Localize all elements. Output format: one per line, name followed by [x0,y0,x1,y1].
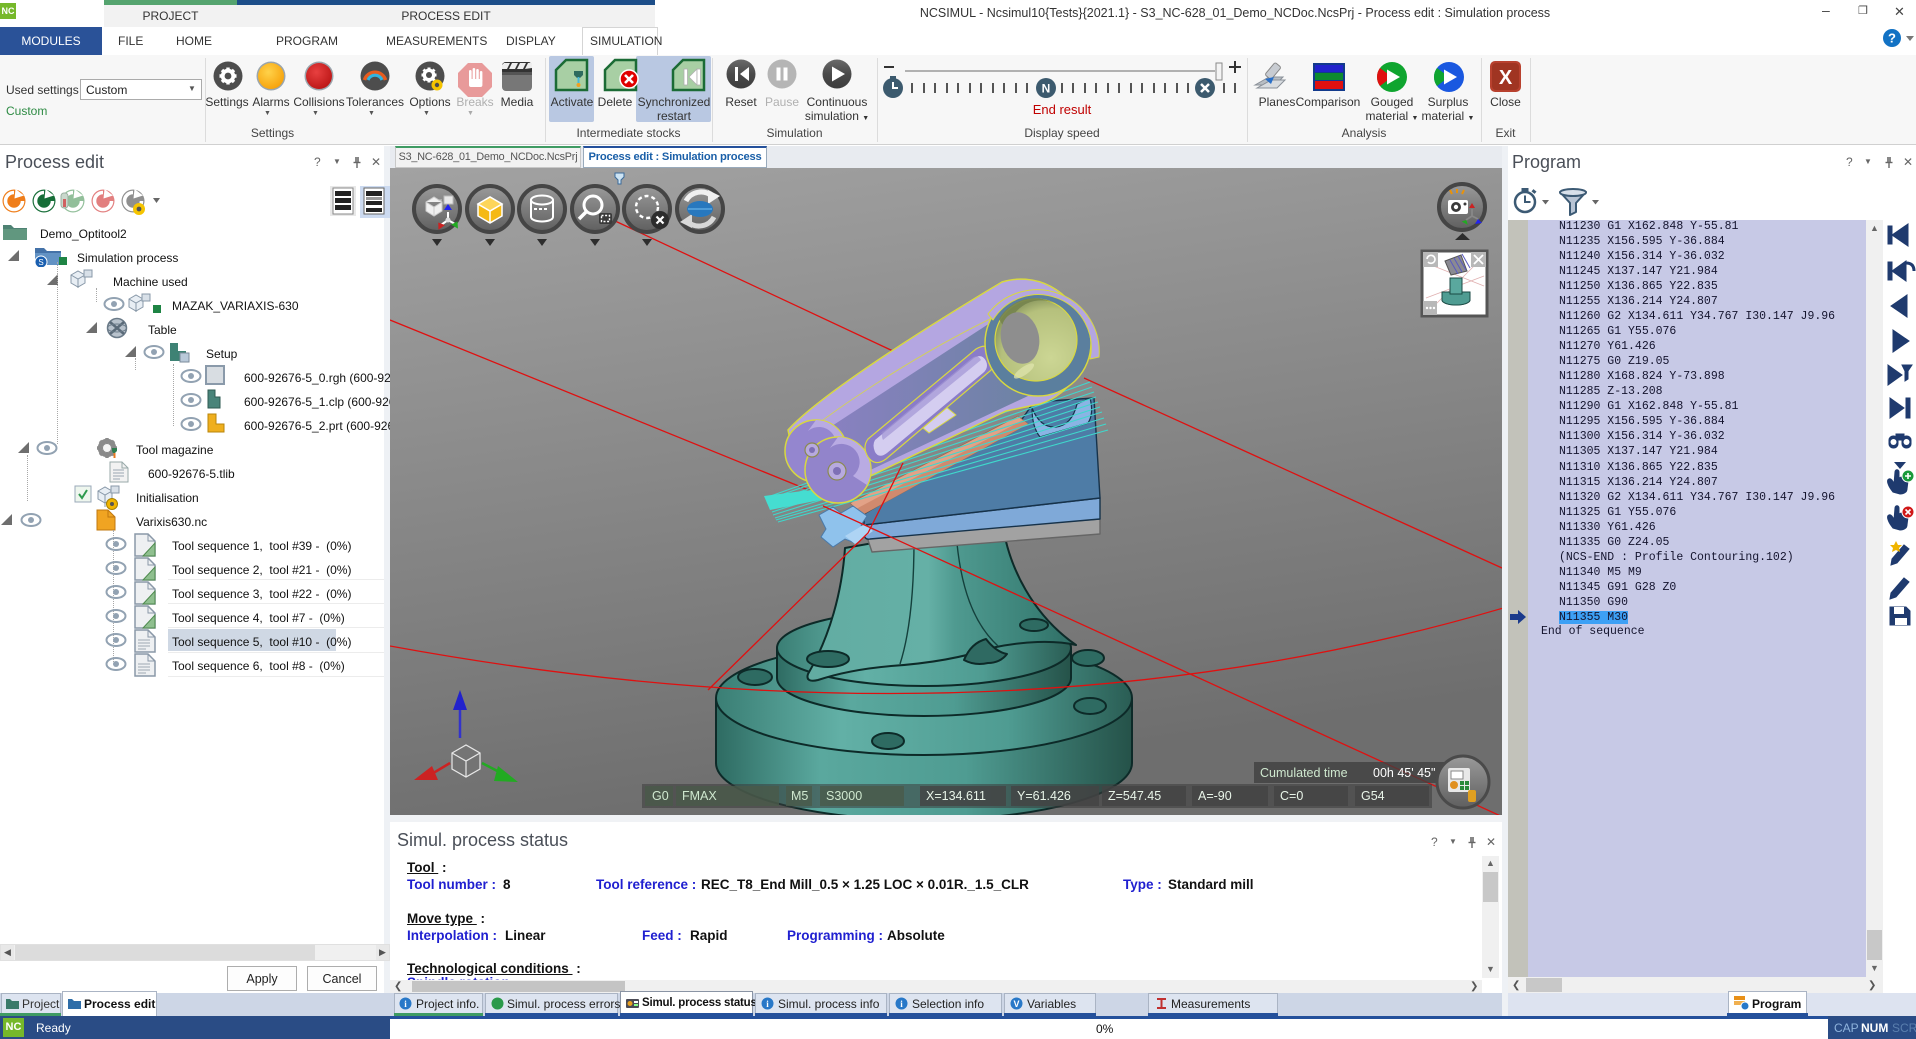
svg-text:A=-90: A=-90 [1198,789,1232,803]
svg-text:X: X [1499,67,1513,89]
svg-text:Z=547.45: Z=547.45 [1108,789,1161,803]
svg-text:X=134.611: X=134.611 [926,789,986,803]
svg-text:?: ? [1888,31,1896,46]
svg-text:00h 45' 45": 00h 45' 45" [1373,766,1435,780]
svg-text:FMAX: FMAX [682,789,717,803]
svg-text:G54: G54 [1361,789,1385,803]
svg-text:C=0: C=0 [1280,789,1303,803]
svg-text:M5: M5 [791,789,808,803]
svg-text:V: V [1013,999,1019,1009]
svg-text:S: S [38,258,43,267]
svg-text:Y=61.426: Y=61.426 [1017,789,1071,803]
svg-text:G0: G0 [652,789,669,803]
svg-text:S3000: S3000 [826,789,862,803]
svg-text:Cumulated time: Cumulated time [1260,766,1348,780]
svg-text:N: N [1042,82,1051,96]
